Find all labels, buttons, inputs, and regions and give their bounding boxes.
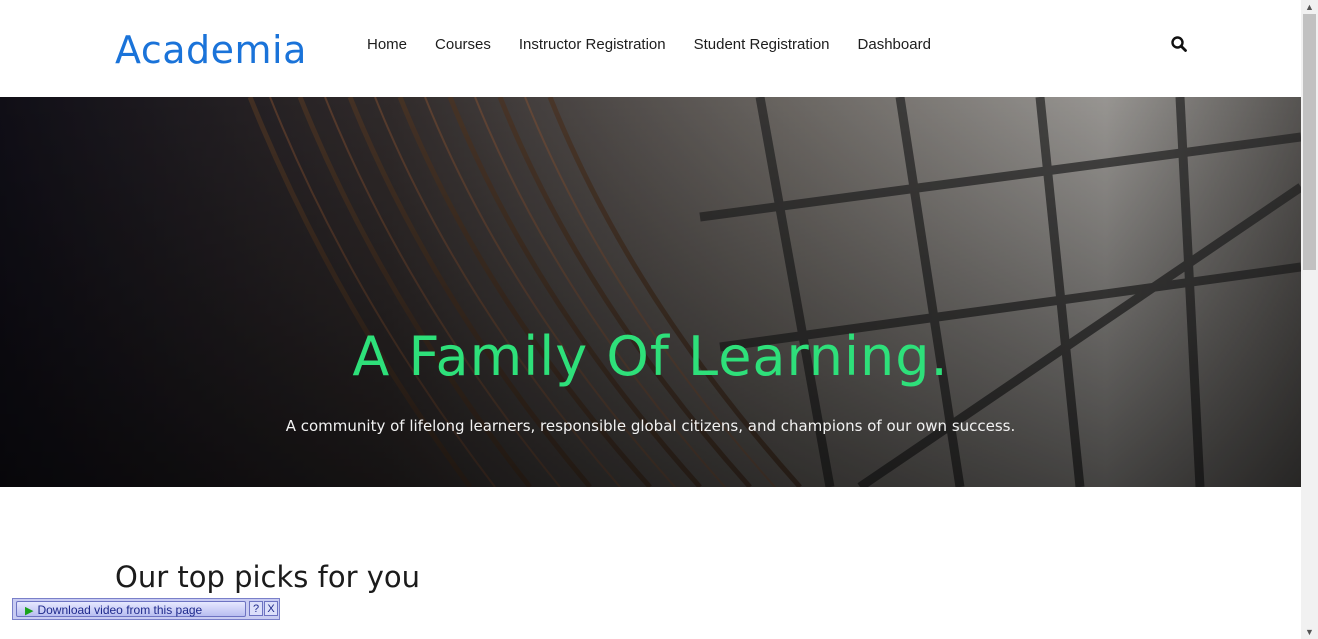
scroll-up-arrow-icon[interactable]: ▲: [1301, 0, 1318, 14]
nav-student-registration[interactable]: Student Registration: [694, 36, 830, 53]
vertical-scrollbar[interactable]: ▲ ▼: [1301, 0, 1318, 639]
download-video-toolbar: ▶ Download video from this page ? X: [12, 598, 280, 620]
hero-subtitle: A community of lifelong learners, respon…: [285, 417, 1016, 435]
site-header: Academia Home Courses Instructor Registr…: [0, 0, 1301, 97]
hero-title: A Family Of Learning.: [352, 325, 949, 388]
scroll-thumb[interactable]: [1303, 14, 1316, 270]
nav-courses[interactable]: Courses: [435, 36, 491, 53]
download-video-button[interactable]: ▶ Download video from this page: [16, 601, 246, 617]
section-title: Our top picks for you: [115, 560, 420, 594]
main-nav: Home Courses Instructor Registration Stu…: [367, 36, 931, 53]
site-logo[interactable]: Academia: [115, 28, 307, 72]
nav-instructor-registration[interactable]: Instructor Registration: [519, 36, 666, 53]
download-video-label: Download video from this page: [37, 603, 203, 617]
close-icon[interactable]: X: [264, 601, 278, 616]
search-icon[interactable]: [1170, 35, 1188, 53]
nav-dashboard[interactable]: Dashboard: [858, 36, 931, 53]
nav-home[interactable]: Home: [367, 36, 407, 53]
help-icon[interactable]: ?: [249, 601, 263, 616]
scroll-down-arrow-icon[interactable]: ▼: [1301, 625, 1318, 639]
hero-banner: A Family Of Learning. A community of lif…: [0, 97, 1301, 487]
play-icon: ▶: [25, 605, 34, 617]
